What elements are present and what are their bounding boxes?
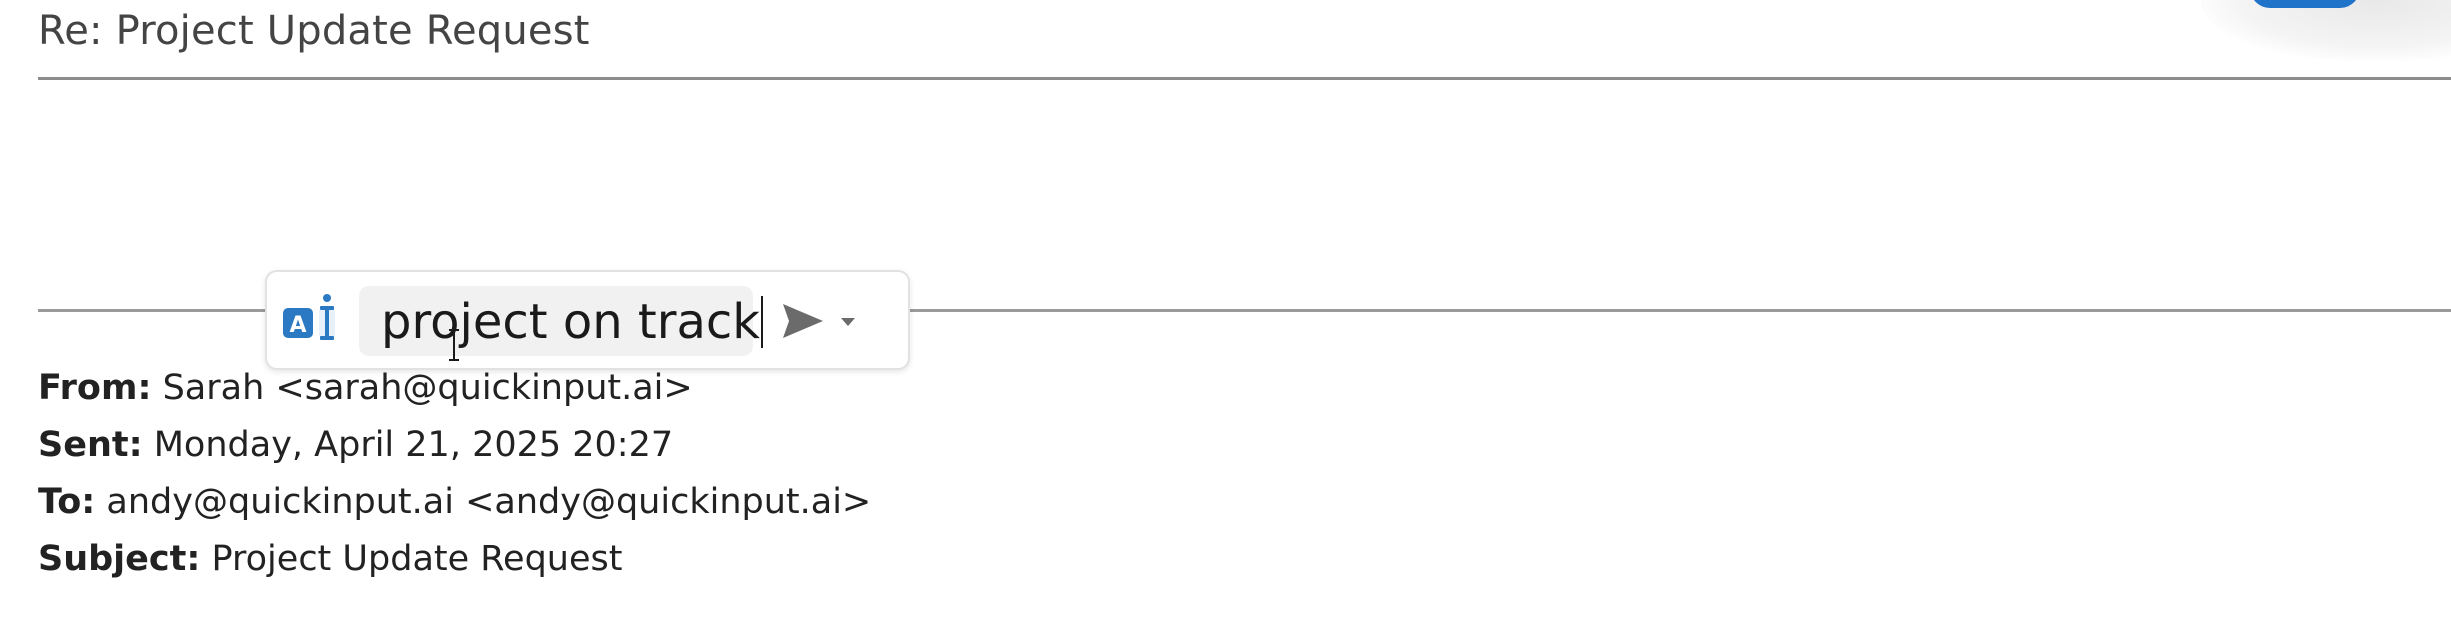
ai-text-icon[interactable]: A xyxy=(281,294,341,348)
original-message-header: From: Sarah <sarah@quickinput.ai> Sent: … xyxy=(38,360,871,588)
header-from-row: From: Sarah <sarah@quickinput.ai> xyxy=(38,360,871,417)
to-value: andy@quickinput.ai <andy@quickinput.ai> xyxy=(106,482,872,522)
sent-label: Sent: xyxy=(38,425,143,465)
caret-down-icon[interactable] xyxy=(835,310,861,332)
sent-value: Monday, April 21, 2025 20:27 xyxy=(153,425,674,465)
subject-label: Subject: xyxy=(38,539,201,579)
prompt-value: project on track xyxy=(381,294,761,350)
subject-divider xyxy=(38,77,2451,80)
prompt-input-text[interactable]: project on track xyxy=(381,294,764,350)
to-label: To: xyxy=(38,482,96,522)
ibeam-cursor-icon xyxy=(449,329,459,361)
header-to-row: To: andy@quickinput.ai <andy@quickinput.… xyxy=(38,474,871,531)
svg-text:A: A xyxy=(289,313,306,338)
text-caret xyxy=(761,296,764,348)
reply-subject-field[interactable]: Re: Project Update Request xyxy=(38,8,590,54)
subject-value: Project Update Request xyxy=(211,539,623,579)
partial-button[interactable] xyxy=(2250,0,2360,8)
quick-input-toolbar: A project on track xyxy=(265,270,910,370)
window-corner-shadow xyxy=(2201,0,2451,60)
prompt-input[interactable]: project on track xyxy=(359,286,764,356)
header-sent-row: Sent: Monday, April 21, 2025 20:27 xyxy=(38,417,871,474)
send-arrow-icon[interactable] xyxy=(777,296,827,346)
email-compose-area: Re: Project Update Request A project on … xyxy=(0,0,2451,622)
header-subject-row: Subject: Project Update Request xyxy=(38,531,871,588)
from-label: From: xyxy=(38,368,152,408)
from-value: Sarah <sarah@quickinput.ai> xyxy=(162,368,693,408)
